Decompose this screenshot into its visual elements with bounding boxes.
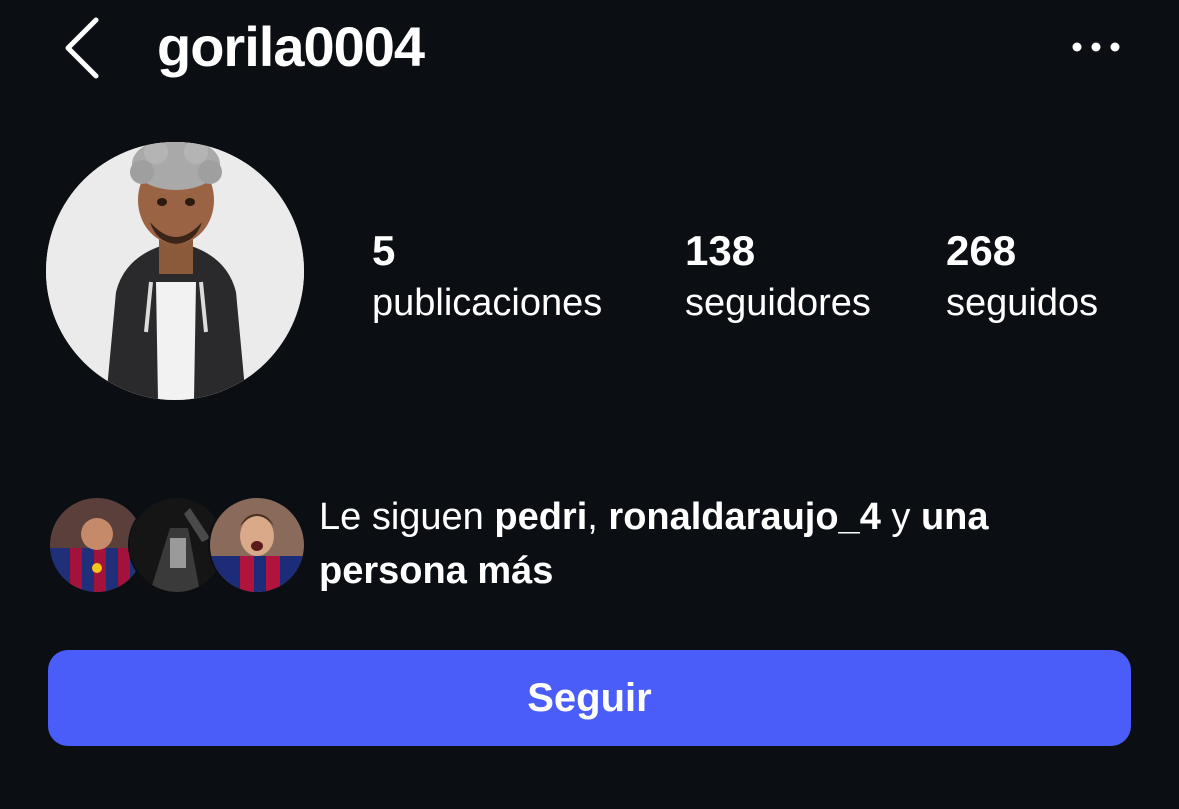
following-label: seguidos [946,282,1099,324]
profile-avatar[interactable] [46,142,304,400]
posts-count: 5 [372,227,396,274]
stat-posts[interactable]: 5 publicaciones [372,226,602,330]
more-options-button[interactable] [1068,34,1124,60]
followers-count: 138 [685,227,756,274]
back-button[interactable] [58,16,108,80]
chevron-left-icon [65,17,99,79]
followed-by-separator: , [587,496,609,538]
mutual-avatar [208,496,306,594]
followed-by-text[interactable]: Le siguen pedri, ronaldaraujo_4 y una pe… [319,490,1139,598]
followed-by-conjunction: y [880,496,921,538]
followers-label: seguidores [685,282,871,324]
page-title-username: gorila0004 [157,15,425,78]
posts-label: publicaciones [372,282,603,324]
stat-followers[interactable]: 138 seguidores [685,226,871,330]
follow-button[interactable]: Seguir [48,650,1131,746]
stat-following[interactable]: 268 seguidos [946,226,1098,330]
more-horizontal-icon [1072,42,1120,52]
following-count: 268 [946,227,1017,274]
mutual-user-2[interactable]: ronaldaraujo_4 [608,496,880,538]
mutual-followers-avatars[interactable] [48,496,306,594]
followed-by-prefix: Le siguen [319,496,495,538]
mutual-user-1[interactable]: pedri [494,496,587,538]
avatar-3d-character [46,142,304,400]
